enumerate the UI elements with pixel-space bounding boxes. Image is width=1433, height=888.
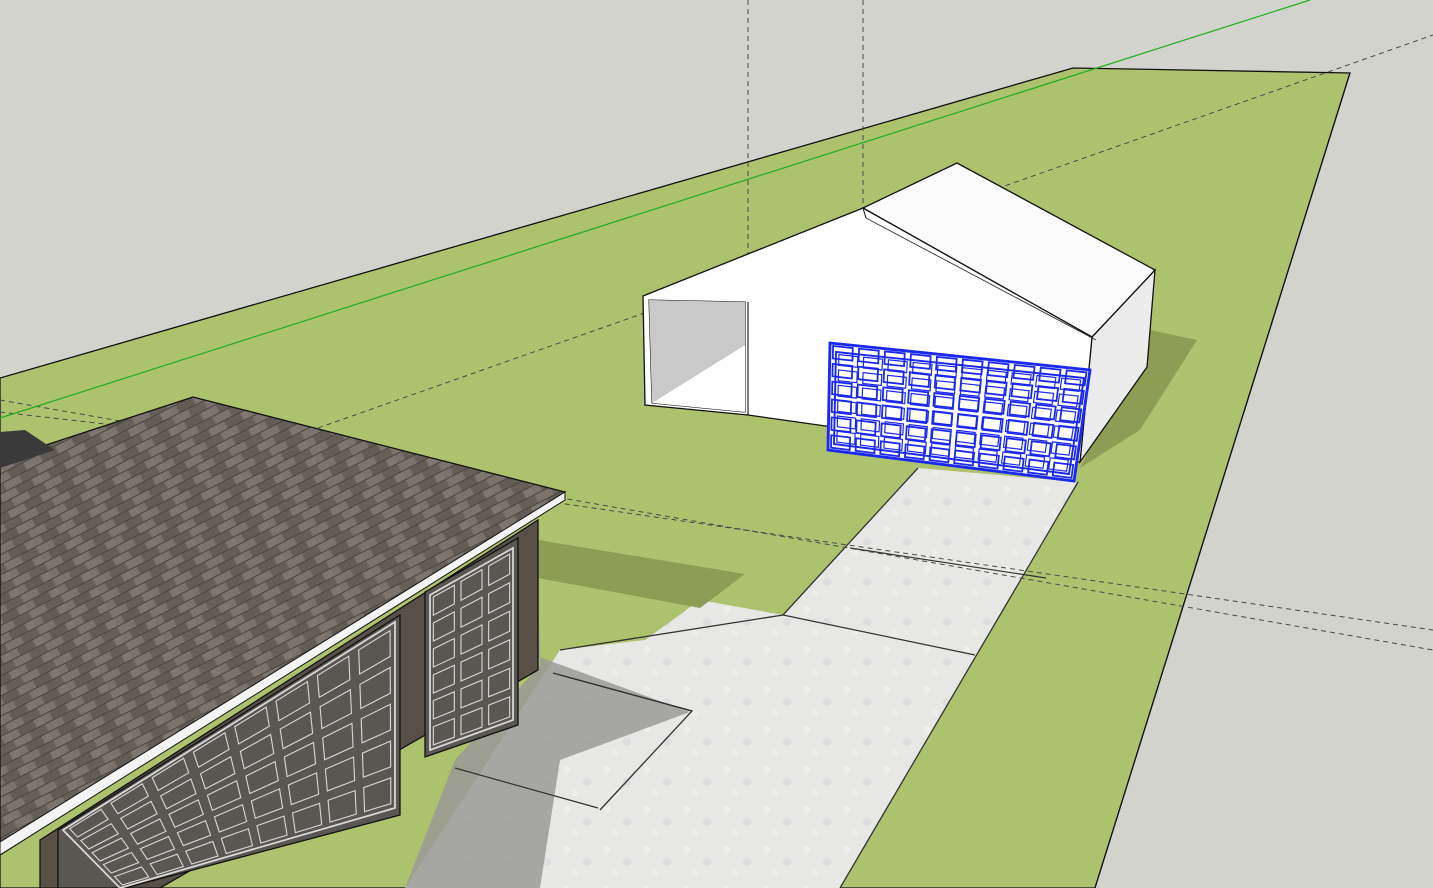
model-viewport[interactable]	[0, 0, 1433, 888]
scene-canvas[interactable]	[0, 0, 1433, 888]
